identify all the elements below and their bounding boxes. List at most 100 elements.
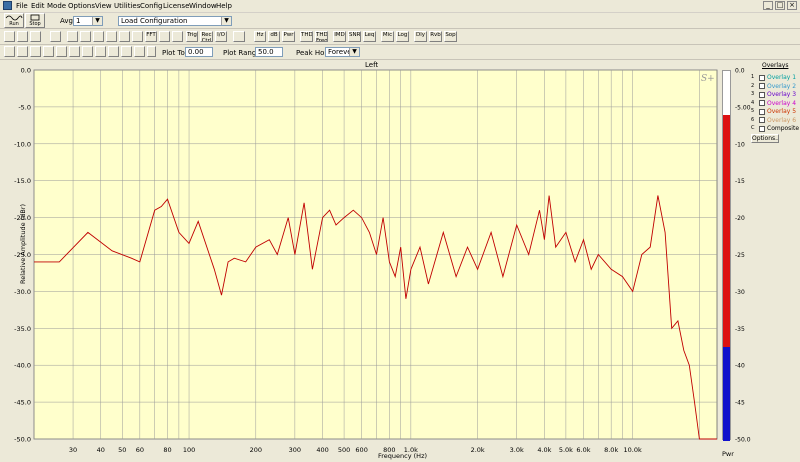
y-tick-label: -45.0 [14, 399, 31, 407]
spectrum-plot[interactable]: 0.0 -5.0 -10.0 -15.0 -20.0 -25.0 -30.0 -35.0 -40… [0, 60, 800, 462]
fft-button[interactable]: FFT [145, 31, 157, 42]
imd-button[interactable]: IMD [333, 31, 346, 42]
options-button[interactable]: Options... [751, 134, 779, 143]
x-tick-label: 10.0k [624, 446, 642, 454]
x-tick-label: 80 [163, 446, 171, 454]
overlay-checkbox[interactable] [759, 83, 765, 89]
x-tick-label: 100 [183, 446, 195, 454]
hz-button[interactable]: Hz [254, 31, 266, 42]
config-select[interactable]: Load Configuration ▼ [118, 16, 232, 26]
run-button[interactable]: Run [4, 13, 24, 28]
menu-mode[interactable]: Mode [47, 2, 66, 10]
overlay-checkbox[interactable] [759, 125, 765, 132]
zoom-in-icon[interactable] [4, 46, 15, 57]
marker-icon[interactable] [134, 46, 145, 57]
meter-tick-label: -35 [735, 326, 745, 333]
menu-help[interactable]: Help [216, 2, 232, 10]
leq-button[interactable]: Leq [363, 31, 376, 42]
overlay-label: Overlay 4 [767, 99, 797, 107]
overlay-item[interactable]: Overlay 6 [759, 117, 796, 124]
wave-icon[interactable] [69, 46, 80, 57]
thd-button[interactable]: THD [300, 31, 313, 42]
copy-icon[interactable] [67, 31, 78, 42]
overlay-checkbox[interactable] [759, 91, 765, 98]
chevron-down-icon[interactable]: ▼ [92, 17, 102, 25]
settings-gear-icon[interactable] [233, 31, 245, 42]
menu-utilities[interactable]: Utilities [114, 2, 140, 10]
save-icon[interactable] [30, 31, 41, 42]
bars-icon[interactable] [95, 46, 106, 57]
scope-icon[interactable] [93, 31, 104, 42]
minimize-icon[interactable]: _ [763, 1, 773, 10]
menu-options[interactable]: Options [68, 2, 95, 10]
grid-icon[interactable] [108, 46, 119, 57]
restore-icon[interactable]: □ [775, 1, 785, 10]
overlay-item[interactable]: Composite [759, 125, 799, 132]
sweep-icon[interactable] [82, 46, 93, 57]
chevron-down-icon[interactable]: ▼ [221, 17, 231, 25]
octave-icon[interactable] [121, 46, 132, 57]
stop-button[interactable]: Stop [25, 13, 45, 28]
menu-window[interactable]: Window [189, 2, 217, 10]
overlay-checkbox[interactable] [759, 100, 765, 106]
io-button[interactable]: I/O [215, 31, 227, 42]
x-tick-label: 1.0k [404, 446, 418, 454]
avg-label: Avg [60, 17, 73, 25]
overlay-checkbox[interactable] [759, 108, 765, 115]
peak-hold-select[interactable]: Forever ▼ [325, 47, 360, 57]
mic-button[interactable]: Mic [381, 31, 394, 42]
open-folder-icon[interactable] [17, 31, 28, 42]
menu-edit[interactable]: Edit [31, 2, 45, 10]
plot-top-input[interactable]: 0.00 [185, 47, 213, 57]
trig-button[interactable]: Trig [186, 31, 198, 42]
avg-select[interactable]: 1 ▼ [73, 16, 103, 26]
x-tick-label: 40 [97, 446, 105, 454]
x-tick-label: 3.0k [510, 446, 524, 454]
meter-tick-label: 0.0 [735, 68, 745, 75]
window-icon[interactable] [159, 31, 170, 42]
overlay-item[interactable]: Overlay 4 [759, 100, 796, 107]
spectrum-icon[interactable] [106, 31, 117, 42]
app-icon[interactable] [3, 1, 12, 10]
zoom-out-icon[interactable] [17, 46, 28, 57]
overlay-number: 5 [751, 108, 755, 114]
rec-ctrl-button[interactable]: Rec Ctrl [200, 31, 213, 42]
overlay-item[interactable]: Overlay 5 [759, 108, 796, 115]
meter-blue-bar [723, 347, 730, 441]
menu-config[interactable]: Config [140, 2, 162, 10]
meter-tick-label: -15 [735, 178, 745, 185]
thd-freq-button[interactable]: THD Freq [315, 31, 328, 42]
paste-icon[interactable] [80, 31, 91, 42]
peak-icon[interactable] [56, 46, 67, 57]
dly-button[interactable]: Dly [414, 31, 427, 42]
pwr-button[interactable]: Pwr [282, 31, 295, 42]
overlay-item[interactable]: Overlay 2 [759, 83, 796, 90]
new-file-icon[interactable] [4, 31, 15, 42]
menu-file[interactable]: File [16, 2, 28, 10]
db-button[interactable]: dB [268, 31, 280, 42]
x-tick-label: 8.0k [604, 446, 618, 454]
x-tick-label: 30 [69, 446, 77, 454]
zoom-icon[interactable] [172, 31, 183, 42]
rvb-button[interactable]: Rvb [429, 31, 442, 42]
overlay-checkbox[interactable] [759, 117, 765, 123]
meter-tick-label: -40 [735, 363, 745, 370]
plot-range-input[interactable]: 50.0 [255, 47, 283, 57]
log-button[interactable]: Log [396, 31, 409, 42]
spectrogram-icon[interactable] [119, 31, 130, 42]
chevron-down-icon[interactable]: ▼ [349, 48, 359, 56]
overlay-checkbox[interactable] [759, 74, 765, 81]
overlay-item[interactable]: Overlay 3 [759, 91, 796, 98]
menu-view[interactable]: View [95, 2, 112, 10]
sop-button[interactable]: Sop [444, 31, 457, 42]
cursor-icon[interactable] [147, 46, 156, 57]
fit-icon[interactable] [43, 46, 54, 57]
phase-icon[interactable] [132, 31, 143, 42]
snr-button[interactable]: SNR [348, 31, 361, 42]
close-icon[interactable]: × [787, 1, 797, 10]
overlay-item[interactable]: Overlay 1 [759, 74, 796, 81]
autoscale-icon[interactable] [30, 46, 41, 57]
y-tick-label: -40.0 [14, 362, 31, 370]
print-icon[interactable] [50, 31, 61, 42]
menu-license[interactable]: License [163, 2, 189, 10]
